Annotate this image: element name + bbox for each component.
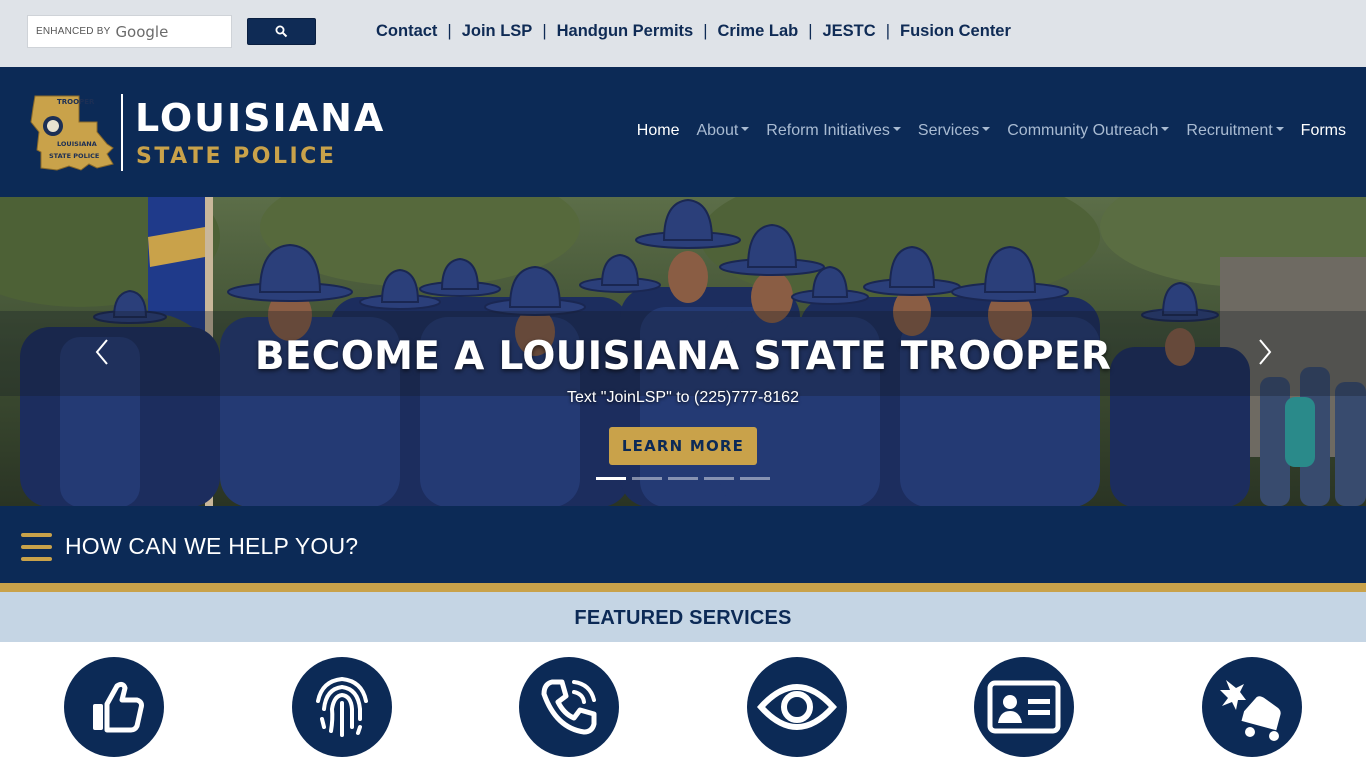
hero-title: BECOME A LOUISIANA STATE TROOPER [254,334,1112,379]
caret-down-icon [892,126,901,131]
fusion-center-link[interactable]: Fusion Center [900,22,1011,41]
car-crash-icon [1220,680,1281,741]
svg-text:STATE POLICE: STATE POLICE [49,152,99,160]
caret-down-icon [1275,126,1284,131]
carousel-indicator-5[interactable] [740,477,770,480]
nav-label: Reform Initiatives [766,122,890,139]
service-phone[interactable] [519,657,619,757]
help-label[interactable]: HOW CAN WE HELP YOU? [65,533,358,560]
nav-item-reform-initiatives[interactable]: Reform Initiatives [766,122,901,140]
nav-item-recruitment[interactable]: Recruitment [1186,122,1284,140]
carousel-indicator-3[interactable] [668,477,698,480]
separator: | [808,22,813,40]
hero-subtitle: Text "JoinLSP" to (225)777-8162 [567,389,799,406]
hero-carousel: BECOME A LOUISIANA STATE TROOPER Text "J… [0,197,1366,506]
help-bar[interactable]: HOW CAN WE HELP YOU? [0,506,1366,583]
separator: | [542,22,547,40]
caret-down-icon [982,126,991,131]
separator: | [447,22,452,40]
join-lsp-link[interactable]: Join LSP [462,22,533,41]
featured-services-header: FEATURED SERVICES [0,592,1366,642]
nav-label: About [696,122,739,139]
svg-text:LOUISIANA: LOUISIANA [57,140,97,148]
crime-lab-link[interactable]: Crime Lab [718,22,799,41]
carousel-next-arrow-icon[interactable] [1254,337,1274,367]
learn-more-button[interactable]: LEARN MORE [609,427,757,465]
enhanced-by-label: ENHANCED BY [36,26,111,37]
nav-label: Services [917,122,980,139]
search-button[interactable] [247,18,316,45]
caret-down-icon [741,126,750,131]
utility-links: Contact | Join LSP | Handgun Permits | C… [376,22,1011,41]
handgun-permits-link[interactable]: Handgun Permits [557,22,694,41]
service-fingerprint[interactable] [292,657,392,757]
contact-link[interactable]: Contact [376,22,437,41]
id-card-icon [987,680,1061,734]
separator: | [885,22,890,40]
eye-icon [757,684,837,730]
service-id-card[interactable] [974,657,1074,757]
hamburger-menu-icon[interactable] [21,533,52,561]
state-police-badge-logo[interactable]: TROOPER LOUISIANA STATE POLICE [27,92,115,172]
service-car-crash[interactable] [1202,657,1302,757]
carousel-indicator-2[interactable] [632,477,662,480]
phone-call-icon [541,679,597,735]
utility-bar: ENHANCED BY Google Contact | Join LSP | … [0,0,1366,67]
main-nav: Home About Reform Initiatives Services C… [620,122,1346,140]
nav-item-forms[interactable]: Forms [1301,122,1346,140]
google-brand: Google [115,22,169,41]
gold-divider [0,583,1366,592]
caret-down-icon [1161,126,1170,131]
nav-item-about[interactable]: About [696,122,750,140]
carousel-indicator-4[interactable] [704,477,734,480]
search-input[interactable]: ENHANCED BY Google [27,15,232,48]
nav-item-home[interactable]: Home [637,122,680,140]
svg-text:TROOPER: TROOPER [57,98,95,106]
carousel-indicator-1[interactable] [596,477,626,480]
carousel-prev-arrow-icon[interactable] [93,337,113,367]
site-header: TROOPER LOUISIANA STATE POLICE LOUISIANA… [0,67,1366,197]
logo-title[interactable]: LOUISIANA [135,96,385,140]
separator: | [703,22,708,40]
search-icon [275,25,288,38]
carousel-indicators [596,477,776,480]
fingerprint-icon [316,676,368,737]
service-eye[interactable] [747,657,847,757]
jestc-link[interactable]: JESTC [823,22,876,41]
featured-services-list [0,642,1366,768]
nav-label: Forms [1300,122,1346,139]
featured-services-title: FEATURED SERVICES [574,607,792,629]
logo-divider [121,94,123,171]
nav-item-services[interactable]: Services [917,122,991,140]
nav-label: Home [636,122,680,139]
nav-label: Recruitment [1186,122,1273,139]
logo-subtitle[interactable]: STATE POLICE [136,144,336,170]
service-thumbs-up[interactable] [64,657,164,757]
nav-item-community-outreach[interactable]: Community Outreach [1007,122,1170,140]
nav-label: Community Outreach [1007,122,1159,139]
thumbs-up-icon [93,681,144,733]
